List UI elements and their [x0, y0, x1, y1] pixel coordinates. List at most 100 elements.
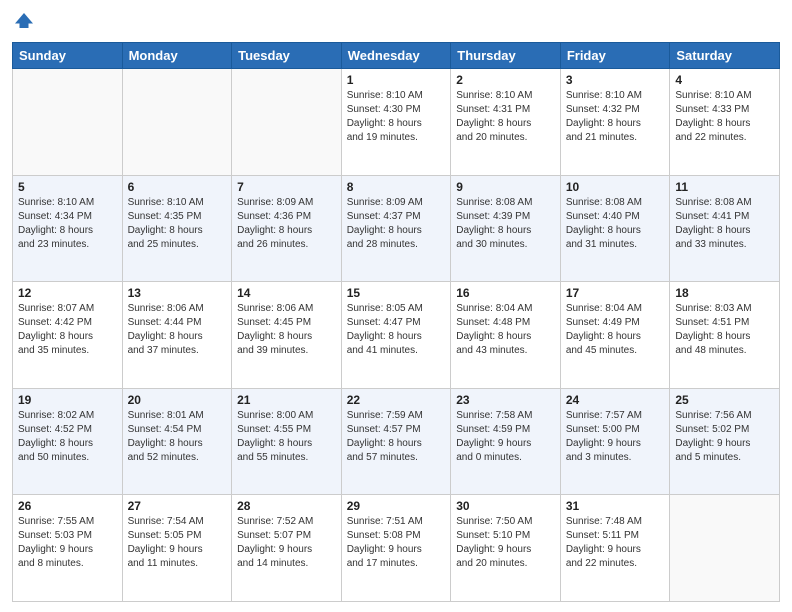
- day-number: 14: [237, 286, 336, 300]
- week-row-4: 19Sunrise: 8:02 AM Sunset: 4:52 PM Dayli…: [13, 388, 780, 495]
- day-number: 30: [456, 499, 555, 513]
- day-info: Sunrise: 8:08 AM Sunset: 4:39 PM Dayligh…: [456, 196, 555, 252]
- logo-icon: [12, 10, 36, 34]
- day-info: Sunrise: 8:04 AM Sunset: 4:48 PM Dayligh…: [456, 302, 555, 358]
- day-info: Sunrise: 8:08 AM Sunset: 4:41 PM Dayligh…: [675, 196, 774, 252]
- day-info: Sunrise: 8:06 AM Sunset: 4:45 PM Dayligh…: [237, 302, 336, 358]
- day-number: 4: [675, 73, 774, 87]
- day-number: 27: [128, 499, 227, 513]
- calendar-cell: 10 Sunrise: 8:08 AM Sunset: 4:40 PM Dayli…: [560, 175, 670, 282]
- weekday-sunday: Sunday: [13, 43, 123, 69]
- day-number: 17: [566, 286, 665, 300]
- day-info: Sunrise: 8:10 AM Sunset: 4:32 PM Dayligh…: [566, 89, 665, 145]
- calendar-cell: [13, 69, 123, 176]
- calendar-cell: 1 Sunrise: 8:10 AM Sunset: 4:30 PM Daylig…: [341, 69, 451, 176]
- weekday-header-row: SundayMondayTuesdayWednesdayThursdayFrid…: [13, 43, 780, 69]
- day-info: Sunrise: 7:56 AM Sunset: 5:02 PM Dayligh…: [675, 409, 774, 465]
- day-number: 21: [237, 393, 336, 407]
- day-info: Sunrise: 8:04 AM Sunset: 4:49 PM Dayligh…: [566, 302, 665, 358]
- week-row-5: 26 Sunrise: 7:55 AM Sunset: 5:03 PM Dayli…: [13, 495, 780, 602]
- calendar-cell: 7 Sunrise: 8:09 AM Sunset: 4:36 PM Daylig…: [232, 175, 342, 282]
- day-number: 9: [456, 180, 555, 194]
- day-number: 13: [128, 286, 227, 300]
- calendar-cell: [232, 69, 342, 176]
- day-number: 25: [675, 393, 774, 407]
- calendar-cell: 11 Sunrise: 8:08 AM Sunset: 4:41 PM Dayli…: [670, 175, 780, 282]
- day-number: 5: [18, 180, 117, 194]
- day-info: Sunrise: 8:03 AM Sunset: 4:51 PM Dayligh…: [675, 302, 774, 358]
- calendar-cell: 8 Sunrise: 8:09 AM Sunset: 4:37 PM Daylig…: [341, 175, 451, 282]
- logo: [12, 10, 40, 34]
- day-info: Sunrise: 7:48 AM Sunset: 5:11 PM Dayligh…: [566, 515, 665, 571]
- day-info: Sunrise: 8:09 AM Sunset: 4:36 PM Dayligh…: [237, 196, 336, 252]
- day-info: Sunrise: 8:10 AM Sunset: 4:34 PM Dayligh…: [18, 196, 117, 252]
- day-info: Sunrise: 8:09 AM Sunset: 4:37 PM Dayligh…: [347, 196, 446, 252]
- day-number: 8: [347, 180, 446, 194]
- day-number: 11: [675, 180, 774, 194]
- calendar-cell: 21 Sunrise: 8:00 AM Sunset: 4:55 PM Dayli…: [232, 388, 342, 495]
- day-info: Sunrise: 8:10 AM Sunset: 4:31 PM Dayligh…: [456, 89, 555, 145]
- calendar-cell: 24 Sunrise: 7:57 AM Sunset: 5:00 PM Dayli…: [560, 388, 670, 495]
- day-number: 16: [456, 286, 555, 300]
- calendar-table: SundayMondayTuesdayWednesdayThursdayFrid…: [12, 42, 780, 602]
- calendar-cell: 20 Sunrise: 8:01 AM Sunset: 4:54 PM Dayli…: [122, 388, 232, 495]
- calendar-cell: 25 Sunrise: 7:56 AM Sunset: 5:02 PM Dayli…: [670, 388, 780, 495]
- day-info: Sunrise: 7:50 AM Sunset: 5:10 PM Dayligh…: [456, 515, 555, 571]
- calendar-cell: 13 Sunrise: 8:06 AM Sunset: 4:44 PM Dayli…: [122, 282, 232, 389]
- day-number: 10: [566, 180, 665, 194]
- day-info: Sunrise: 8:08 AM Sunset: 4:40 PM Dayligh…: [566, 196, 665, 252]
- calendar-cell: 4 Sunrise: 8:10 AM Sunset: 4:33 PM Daylig…: [670, 69, 780, 176]
- calendar-cell: 31 Sunrise: 7:48 AM Sunset: 5:11 PM Dayli…: [560, 495, 670, 602]
- day-info: Sunrise: 8:10 AM Sunset: 4:33 PM Dayligh…: [675, 89, 774, 145]
- calendar-cell: 2 Sunrise: 8:10 AM Sunset: 4:31 PM Daylig…: [451, 69, 561, 176]
- day-number: 24: [566, 393, 665, 407]
- calendar-cell: 6 Sunrise: 8:10 AM Sunset: 4:35 PM Daylig…: [122, 175, 232, 282]
- header: [12, 10, 780, 34]
- week-row-1: 1 Sunrise: 8:10 AM Sunset: 4:30 PM Daylig…: [13, 69, 780, 176]
- weekday-monday: Monday: [122, 43, 232, 69]
- day-number: 1: [347, 73, 446, 87]
- day-info: Sunrise: 7:57 AM Sunset: 5:00 PM Dayligh…: [566, 409, 665, 465]
- weekday-wednesday: Wednesday: [341, 43, 451, 69]
- day-info: Sunrise: 8:05 AM Sunset: 4:47 PM Dayligh…: [347, 302, 446, 358]
- calendar-cell: [122, 69, 232, 176]
- day-number: 15: [347, 286, 446, 300]
- day-info: Sunrise: 8:10 AM Sunset: 4:30 PM Dayligh…: [347, 89, 446, 145]
- calendar-cell: 5 Sunrise: 8:10 AM Sunset: 4:34 PM Daylig…: [13, 175, 123, 282]
- day-number: 12: [18, 286, 117, 300]
- calendar-cell: 22 Sunrise: 7:59 AM Sunset: 4:57 PM Dayli…: [341, 388, 451, 495]
- week-row-2: 5 Sunrise: 8:10 AM Sunset: 4:34 PM Daylig…: [13, 175, 780, 282]
- day-info: Sunrise: 8:01 AM Sunset: 4:54 PM Dayligh…: [128, 409, 227, 465]
- day-number: 2: [456, 73, 555, 87]
- calendar-cell: 19Sunrise: 8:02 AM Sunset: 4:52 PM Dayli…: [13, 388, 123, 495]
- day-info: Sunrise: 7:51 AM Sunset: 5:08 PM Dayligh…: [347, 515, 446, 571]
- day-info: Sunrise: 7:55 AM Sunset: 5:03 PM Dayligh…: [18, 515, 117, 571]
- calendar-cell: 28Sunrise: 7:52 AM Sunset: 5:07 PM Dayli…: [232, 495, 342, 602]
- day-number: 20: [128, 393, 227, 407]
- day-number: 26: [18, 499, 117, 513]
- day-number: 31: [566, 499, 665, 513]
- weekday-friday: Friday: [560, 43, 670, 69]
- calendar-cell: 17 Sunrise: 8:04 AM Sunset: 4:49 PM Dayli…: [560, 282, 670, 389]
- day-number: 18: [675, 286, 774, 300]
- calendar-cell: 3 Sunrise: 8:10 AM Sunset: 4:32 PM Daylig…: [560, 69, 670, 176]
- calendar-cell: 30 Sunrise: 7:50 AM Sunset: 5:10 PM Dayli…: [451, 495, 561, 602]
- day-number: 22: [347, 393, 446, 407]
- calendar-cell: 26 Sunrise: 7:55 AM Sunset: 5:03 PM Dayli…: [13, 495, 123, 602]
- day-info: Sunrise: 8:00 AM Sunset: 4:55 PM Dayligh…: [237, 409, 336, 465]
- day-info: Sunrise: 8:10 AM Sunset: 4:35 PM Dayligh…: [128, 196, 227, 252]
- day-info: Sunrise: 7:59 AM Sunset: 4:57 PM Dayligh…: [347, 409, 446, 465]
- day-info: Sunrise: 8:06 AM Sunset: 4:44 PM Dayligh…: [128, 302, 227, 358]
- calendar-cell: 15 Sunrise: 8:05 AM Sunset: 4:47 PM Dayli…: [341, 282, 451, 389]
- day-number: 23: [456, 393, 555, 407]
- week-row-3: 12Sunrise: 8:07 AM Sunset: 4:42 PM Dayli…: [13, 282, 780, 389]
- calendar-cell: 12Sunrise: 8:07 AM Sunset: 4:42 PM Dayli…: [13, 282, 123, 389]
- day-number: 6: [128, 180, 227, 194]
- weekday-tuesday: Tuesday: [232, 43, 342, 69]
- day-number: 7: [237, 180, 336, 194]
- day-number: 19: [18, 393, 117, 407]
- day-info: Sunrise: 7:54 AM Sunset: 5:05 PM Dayligh…: [128, 515, 227, 571]
- day-number: 3: [566, 73, 665, 87]
- day-info: Sunrise: 7:58 AM Sunset: 4:59 PM Dayligh…: [456, 409, 555, 465]
- page: SundayMondayTuesdayWednesdayThursdayFrid…: [0, 0, 792, 612]
